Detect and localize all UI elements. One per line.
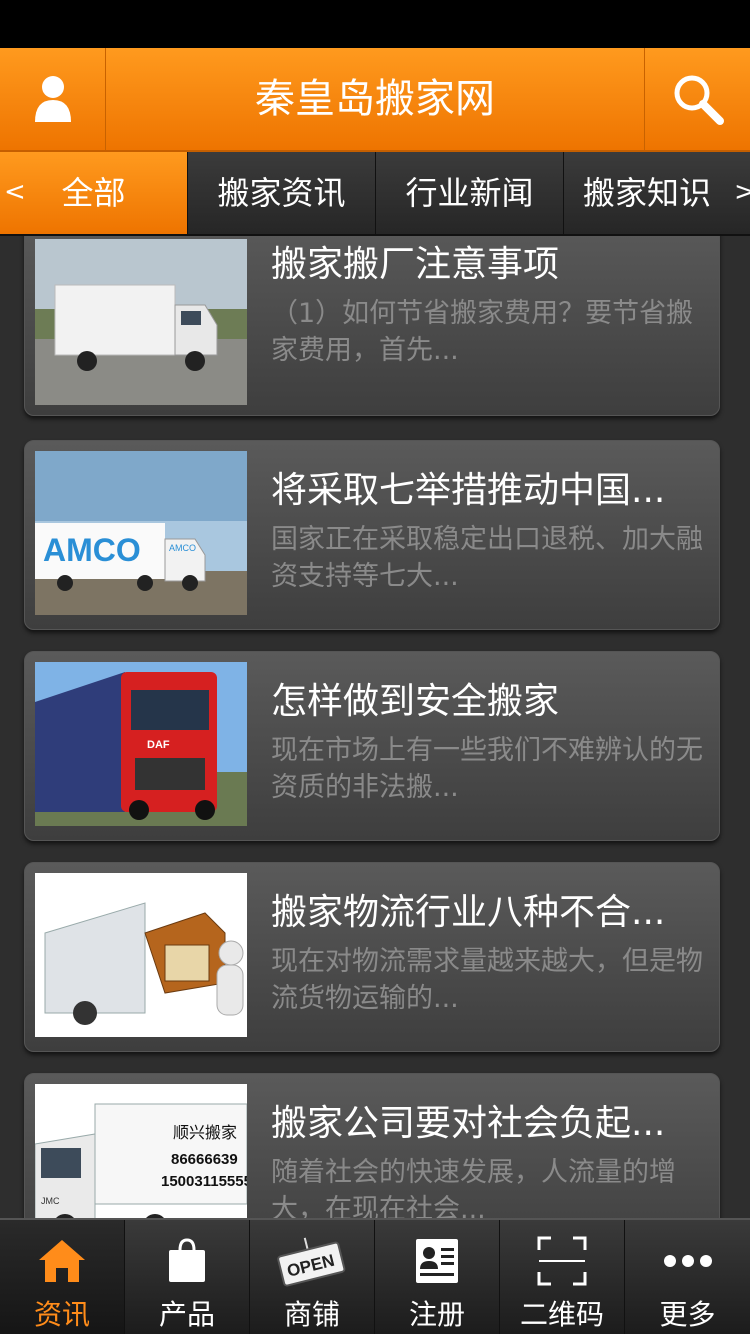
nav-label: 产品 [158, 1298, 215, 1331]
article-thumbnail: 顺兴搬家 86666639 15003115555 JMC [35, 1084, 247, 1218]
article-list: 搬家搬厂注意事项 （1）如何节省搬家费用？要节省搬家费用，首先... AMCO … [0, 236, 750, 1218]
app-header: 秦皇岛搬家网 [0, 48, 750, 152]
search-icon [674, 75, 724, 125]
search-button[interactable] [644, 48, 750, 150]
tab-label: 全部 [61, 174, 126, 212]
nav-news[interactable]: 资讯 [0, 1220, 125, 1334]
article-title: 搬家物流行业八种不合... [271, 892, 666, 933]
article-title: 搬家公司要对社会负起... [271, 1103, 666, 1144]
nav-label: 商铺 [283, 1298, 340, 1331]
user-icon [34, 76, 71, 122]
svg-text:DAF: DAF [147, 739, 170, 751]
nav-label: 资讯 [33, 1298, 90, 1331]
svg-text:顺兴搬家: 顺兴搬家 [173, 1123, 237, 1142]
nav-shops[interactable]: OPEN 商铺 [250, 1220, 375, 1334]
svg-text:86666639: 86666639 [171, 1151, 238, 1168]
more-dots-icon [663, 1255, 712, 1267]
article-summary: （1）如何节省搬家费用？要节省搬家费用，首先... [271, 298, 694, 366]
article-title: 将采取七举措推动中国... [271, 470, 666, 511]
svg-text:AMCO: AMCO [43, 532, 141, 568]
list-item[interactable]: DAF 怎样做到安全搬家 现在市场上有一些我们不难辨认的无资质的非法搬... [24, 651, 720, 841]
shopping-bag-icon [169, 1238, 205, 1282]
bottom-nav: 资讯 产品 OPEN 商铺 注册 二维码 更多 [0, 1218, 750, 1334]
tab-label: 搬家知识 [582, 174, 711, 212]
article-thumbnail: DAF [35, 662, 247, 826]
tab-all[interactable]: 全部 [0, 152, 188, 234]
list-item[interactable]: 搬家搬厂注意事项 （1）如何节省搬家费用？要节省搬家费用，首先... [24, 236, 720, 416]
tabs-right-arrow[interactable]: > [734, 152, 750, 234]
tab-moving-info[interactable]: 搬家资讯 [188, 152, 376, 234]
article-summary: 现在市场上有一些我们不难辨认的无资质的非法搬... [271, 735, 703, 803]
list-item[interactable]: 搬家物流行业八种不合... 现在对物流需求量越来越大，但是物流货物运输的... [24, 862, 720, 1052]
nav-label: 更多 [659, 1298, 716, 1331]
tab-label: 行业新闻 [405, 174, 534, 212]
tab-moving-knowledge[interactable]: 搬家知识 [564, 152, 750, 234]
tab-industry-news[interactable]: 行业新闻 [376, 152, 564, 234]
tab-label: 搬家资讯 [217, 174, 346, 212]
nav-label: 注册 [408, 1298, 465, 1331]
article-thumbnail: AMCO AMCO [35, 451, 247, 615]
category-tabs: 全部 < 搬家资讯 行业新闻 搬家知识 > [0, 152, 750, 236]
article-summary: 国家正在采取稳定出口退税、加大融资支持等七大... [271, 524, 703, 592]
article-thumbnail [35, 873, 247, 1037]
status-bar [0, 0, 750, 48]
home-icon [39, 1240, 85, 1282]
article-summary: 随着社会的快速发展，人流量的增大，在现在社会... [271, 1157, 676, 1218]
nav-register[interactable]: 注册 [375, 1220, 500, 1334]
article-summary: 现在对物流需求量越来越大，但是物流货物运输的... [271, 946, 703, 1014]
nav-products[interactable]: 产品 [125, 1220, 250, 1334]
app-title: 秦皇岛搬家网 [255, 76, 495, 122]
nav-more[interactable]: 更多 [625, 1220, 750, 1334]
article-title: 怎样做到安全搬家 [271, 681, 560, 722]
nav-label: 二维码 [519, 1298, 604, 1331]
register-card-icon [416, 1239, 458, 1283]
user-button[interactable] [0, 48, 106, 150]
article-title: 搬家搬厂注意事项 [271, 244, 560, 285]
article-thumbnail [35, 239, 247, 405]
qr-scan-icon [537, 1236, 587, 1286]
list-item[interactable]: 顺兴搬家 86666639 15003115555 JMC 搬家公司要对社会负起… [24, 1073, 720, 1218]
tabs-left-arrow[interactable]: < [4, 152, 26, 234]
list-item[interactable]: AMCO AMCO 将采取七举措推动中国... 国家正在采取稳定出口退税、加大融… [24, 440, 720, 630]
open-sign-icon: OPEN [277, 1237, 346, 1287]
svg-text:JMC: JMC [41, 1196, 60, 1206]
svg-text:AMCO: AMCO [169, 543, 196, 553]
nav-qrcode[interactable]: 二维码 [500, 1220, 625, 1334]
svg-text:15003115555: 15003115555 [161, 1173, 247, 1190]
